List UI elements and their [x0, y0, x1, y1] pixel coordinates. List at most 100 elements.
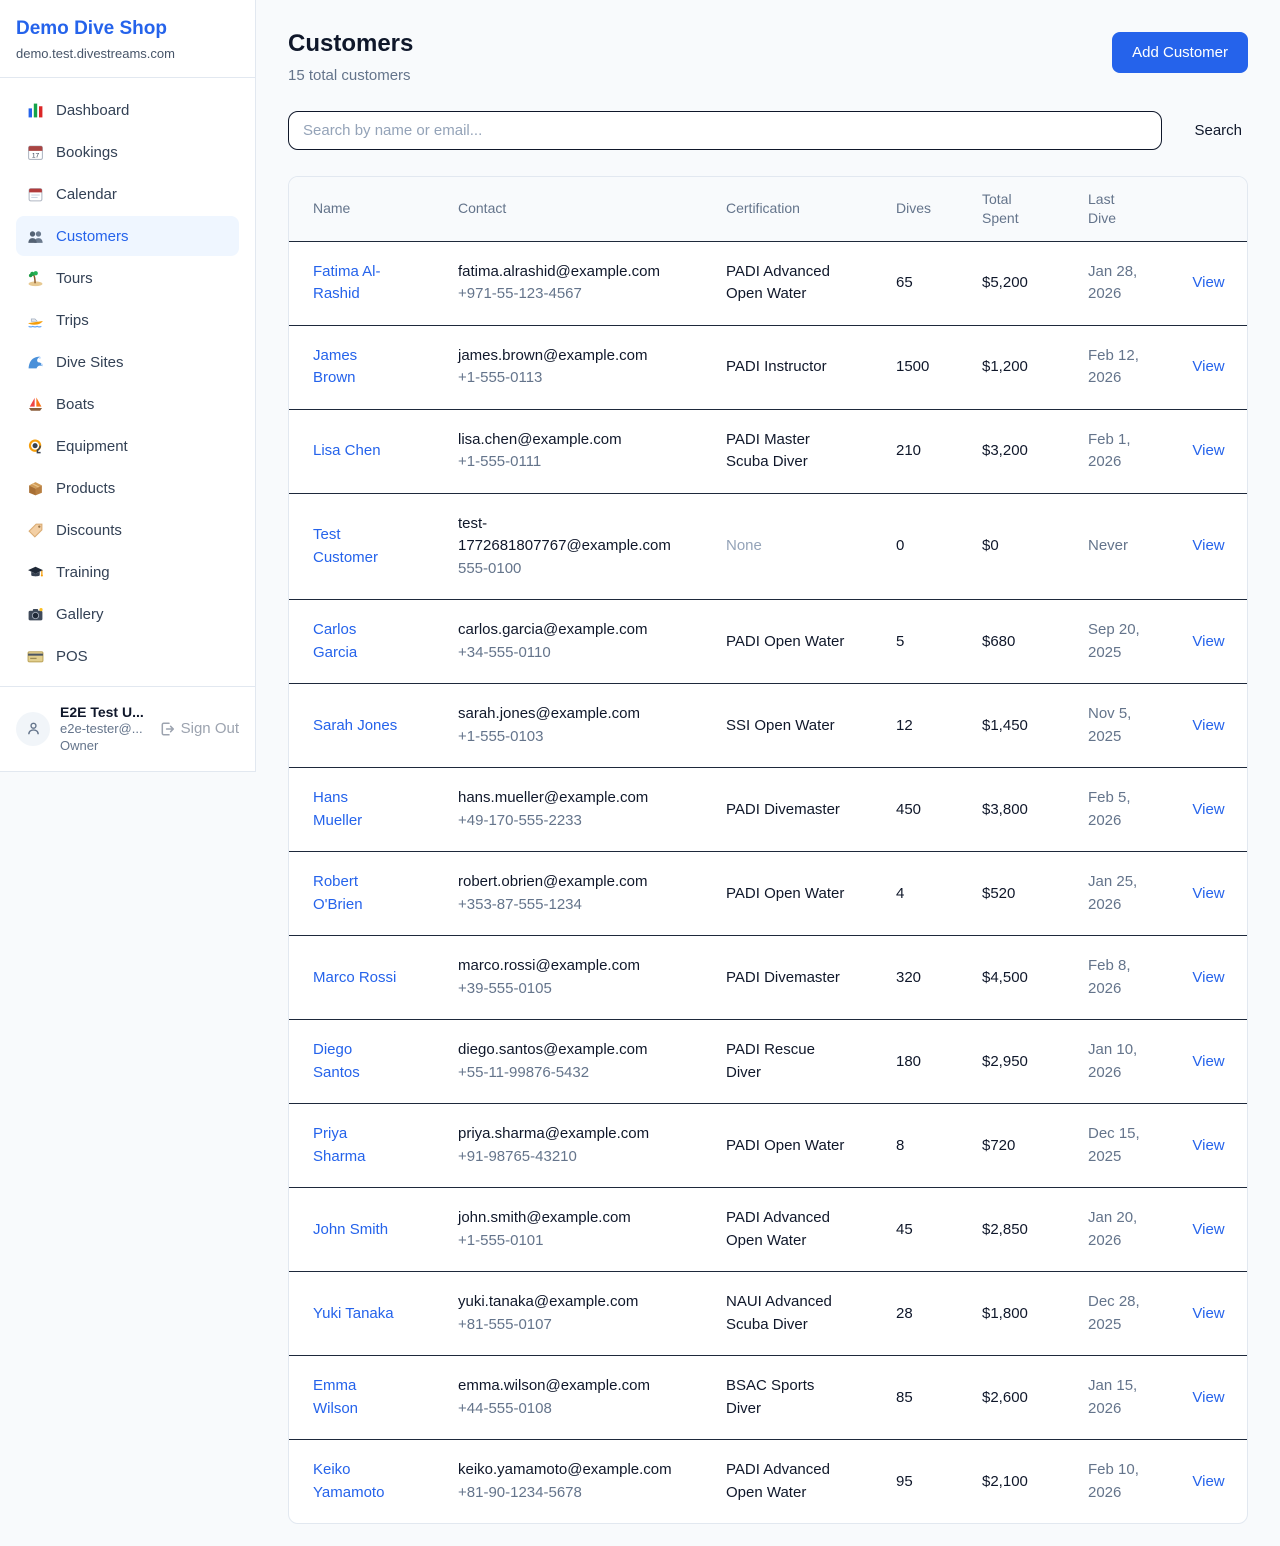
sidebar-item-label: Discounts — [56, 522, 122, 539]
action-cell: View — [1176, 1440, 1248, 1524]
sidebar-item-trips[interactable]: Trips — [16, 300, 239, 340]
sidebar-item-dashboard[interactable]: Dashboard — [16, 90, 239, 130]
sidebar-item-label: Gallery — [56, 606, 104, 623]
action-cell: View — [1176, 493, 1248, 600]
customer-name-link[interactable]: Yuki Tanaka — [313, 1303, 394, 1326]
view-link[interactable]: View — [1192, 537, 1224, 554]
sidebar-item-tours[interactable]: Tours — [16, 258, 239, 298]
customer-name-link[interactable]: Emma Wilson — [313, 1375, 401, 1420]
island-icon — [26, 269, 44, 287]
view-link[interactable]: View — [1192, 885, 1224, 902]
customer-name-link[interactable]: Priya Sharma — [313, 1123, 401, 1168]
customer-row: Carlos Garcia carlos.garcia@example.com … — [289, 600, 1248, 684]
sidebar-nav: Dashboard 17 Bookings Calendar Customers… — [0, 78, 255, 686]
view-link[interactable]: View — [1192, 1389, 1224, 1406]
column-header-contact: Contact — [458, 177, 726, 241]
search-button[interactable]: Search — [1188, 122, 1248, 139]
name-cell: Yuki Tanaka — [289, 1272, 458, 1356]
view-link[interactable]: View — [1192, 633, 1224, 650]
column-header-certification: Certification — [726, 177, 896, 241]
sidebar-item-discounts[interactable]: Discounts — [16, 510, 239, 550]
view-link[interactable]: View — [1192, 717, 1224, 734]
customer-name-link[interactable]: Sarah Jones — [313, 715, 397, 738]
sidebar-header: Demo Dive Shop demo.test.divestreams.com — [0, 0, 255, 78]
view-link[interactable]: View — [1192, 358, 1224, 375]
action-cell: View — [1176, 768, 1248, 852]
sidebar-item-bookings[interactable]: 17 Bookings — [16, 132, 239, 172]
last-dive-cell: Dec 15, 2025 — [1088, 1104, 1176, 1188]
contact-cell: keiko.yamamoto@example.com +81-90-1234-5… — [458, 1440, 726, 1524]
view-link[interactable]: View — [1192, 969, 1224, 986]
dives-cell: 85 — [896, 1356, 982, 1440]
customer-name-link[interactable]: Test Customer — [313, 524, 401, 569]
camera-icon — [26, 605, 44, 623]
view-link[interactable]: View — [1192, 274, 1224, 291]
certification-cell: PADI Instructor — [726, 325, 896, 409]
view-link[interactable]: View — [1192, 801, 1224, 818]
certification-cell: PADI Rescue Diver — [726, 1020, 896, 1104]
contact-cell: emma.wilson@example.com +44-555-0108 — [458, 1356, 726, 1440]
certification-cell: PADI Divemaster — [726, 936, 896, 1020]
customer-name-link[interactable]: Diego Santos — [313, 1039, 401, 1084]
customer-name-link[interactable]: Marco Rossi — [313, 967, 396, 990]
customer-email: robert.obrien@example.com — [458, 871, 678, 894]
dives-cell: 95 — [896, 1440, 982, 1524]
name-cell: Marco Rossi — [289, 936, 458, 1020]
sidebar-item-customers[interactable]: Customers — [16, 216, 239, 256]
certification-cell: BSAC Sports Diver — [726, 1356, 896, 1440]
view-link[interactable]: View — [1192, 1221, 1224, 1238]
user-role: Owner — [60, 738, 149, 755]
logout-icon — [159, 721, 175, 737]
view-link[interactable]: View — [1192, 1053, 1224, 1070]
column-header-name: Name — [289, 177, 458, 241]
contact-cell: marco.rossi@example.com +39-555-0105 — [458, 936, 726, 1020]
name-cell: Emma Wilson — [289, 1356, 458, 1440]
shop-title-link[interactable]: Demo Dive Shop — [16, 18, 239, 40]
customer-name-link[interactable]: James Brown — [313, 345, 401, 390]
action-cell: View — [1176, 1020, 1248, 1104]
view-link[interactable]: View — [1192, 1473, 1224, 1490]
search-input[interactable] — [288, 111, 1162, 150]
sidebar-item-gallery[interactable]: Gallery — [16, 594, 239, 634]
customer-email: yuki.tanaka@example.com — [458, 1291, 678, 1314]
customer-phone: +55-11-99876-5432 — [458, 1062, 710, 1085]
contact-cell: diego.santos@example.com +55-11-99876-54… — [458, 1020, 726, 1104]
sidebar-item-pos[interactable]: POS — [16, 636, 239, 676]
sidebar-item-products[interactable]: Products — [16, 468, 239, 508]
customer-phone: +81-90-1234-5678 — [458, 1482, 710, 1505]
action-cell: View — [1176, 409, 1248, 493]
customer-email: carlos.garcia@example.com — [458, 619, 678, 642]
customer-row: John Smith john.smith@example.com +1-555… — [289, 1188, 1248, 1272]
customer-name-link[interactable]: John Smith — [313, 1219, 388, 1242]
certification-cell: SSI Open Water — [726, 684, 896, 768]
sidebar-item-dive-sites[interactable]: Dive Sites — [16, 342, 239, 382]
view-link[interactable]: View — [1192, 1305, 1224, 1322]
total-spent-cell: $1,450 — [982, 684, 1088, 768]
sidebar-item-calendar[interactable]: Calendar — [16, 174, 239, 214]
contact-cell: james.brown@example.com +1-555-0113 — [458, 325, 726, 409]
customer-name-link[interactable]: Carlos Garcia — [313, 619, 401, 664]
customer-name-link[interactable]: Lisa Chen — [313, 440, 381, 463]
sidebar-item-training[interactable]: Training — [16, 552, 239, 592]
customer-phone: +1-555-0101 — [458, 1230, 710, 1253]
customer-name-link[interactable]: Fatima Al-Rashid — [313, 261, 401, 306]
dives-cell: 28 — [896, 1272, 982, 1356]
dives-cell: 180 — [896, 1020, 982, 1104]
sidebar-user-section: E2E Test U... e2e-tester@... Owner Sign … — [0, 686, 255, 771]
dives-cell: 45 — [896, 1188, 982, 1272]
view-link[interactable]: View — [1192, 1137, 1224, 1154]
customer-phone: +49-170-555-2233 — [458, 810, 710, 833]
sign-out-button[interactable]: Sign Out — [159, 720, 239, 737]
sidebar-item-equipment[interactable]: Equipment — [16, 426, 239, 466]
view-link[interactable]: View — [1192, 442, 1224, 459]
customer-phone: +81-555-0107 — [458, 1314, 710, 1337]
dives-cell: 65 — [896, 241, 982, 325]
add-customer-button[interactable]: Add Customer — [1112, 32, 1248, 73]
customer-name-link[interactable]: Hans Mueller — [313, 787, 401, 832]
certification-cell: PADI Advanced Open Water — [726, 1188, 896, 1272]
customer-phone: +353-87-555-1234 — [458, 894, 710, 917]
page-title: Customers — [288, 30, 413, 58]
customer-name-link[interactable]: Keiko Yamamoto — [313, 1459, 401, 1504]
customer-name-link[interactable]: Robert O'Brien — [313, 871, 401, 916]
sidebar-item-boats[interactable]: Boats — [16, 384, 239, 424]
